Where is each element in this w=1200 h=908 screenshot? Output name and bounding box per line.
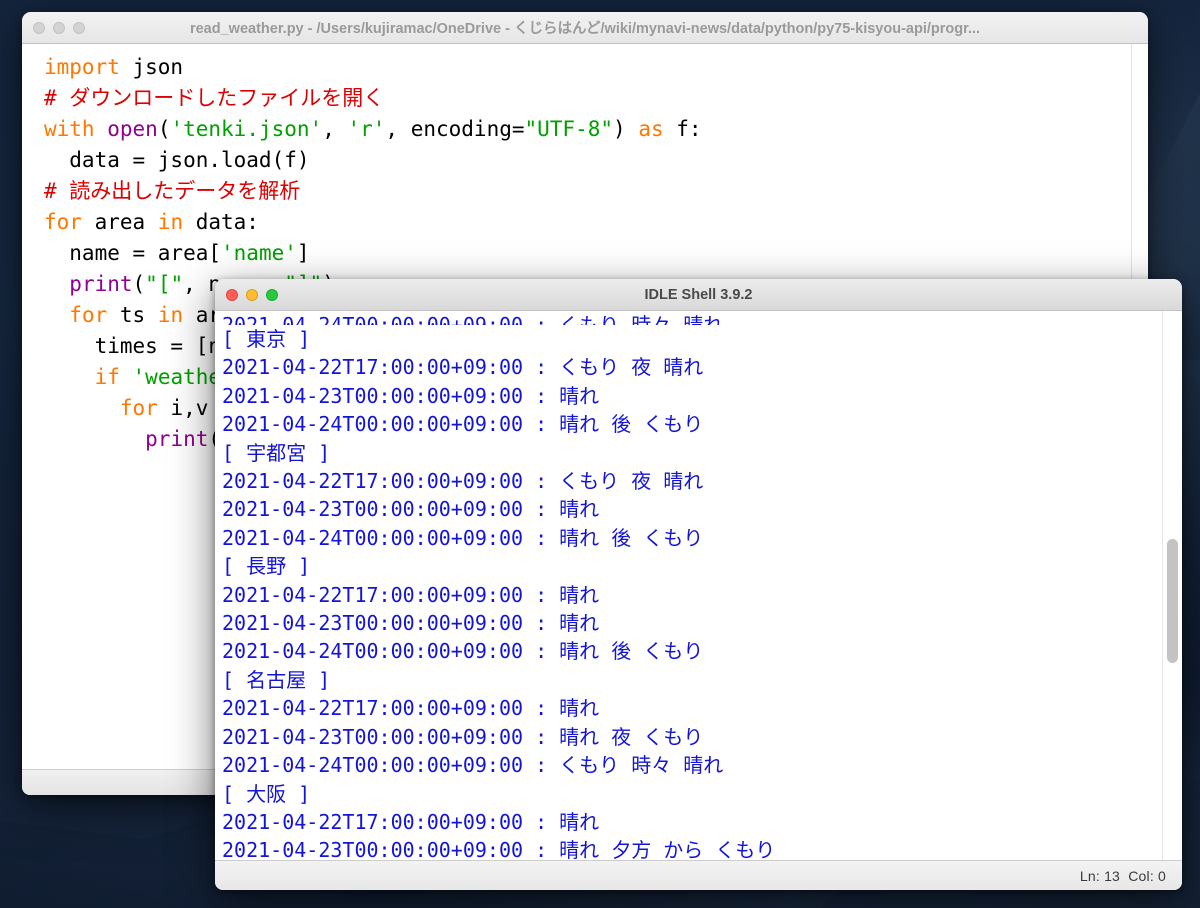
shell-line: 2021-04-22T17:00:00+09:00 : 晴れ	[222, 582, 600, 607]
code-token: "["	[145, 272, 184, 296]
shell-scrollbar-thumb[interactable]	[1167, 539, 1178, 663]
zoom-icon[interactable]	[266, 288, 278, 301]
shell-line: [ 名古屋 ]	[222, 667, 331, 692]
code-token: 'r'	[347, 117, 386, 141]
shell-line: 2021-04-22T17:00:00+09:00 : くもり 夜 晴れ	[222, 469, 704, 494]
code-token: for	[119, 396, 158, 420]
code-token: for	[69, 303, 108, 327]
code-token: , encoding=	[385, 117, 525, 141]
editor-window-controls[interactable]	[22, 21, 85, 34]
code-token: with	[44, 117, 95, 141]
code-token: json	[119, 55, 184, 79]
shell-line-clipped: 2021-04-24T00:00:00+09:00 : くもり 時々 晴れ	[222, 313, 724, 325]
shell-line: 2021-04-23T00:00:00+09:00 : 晴れ	[222, 497, 600, 522]
shell-title: IDLE Shell 3.9.2	[644, 286, 753, 303]
code-token: )	[613, 117, 639, 141]
minimize-icon[interactable]	[53, 21, 65, 34]
shell-line: [ 長野 ]	[222, 554, 311, 579]
code-token: in	[157, 303, 184, 327]
code-line: for area in data:	[44, 207, 1131, 238]
close-icon[interactable]	[33, 21, 45, 34]
code-token: print	[145, 427, 209, 451]
shell-line: 2021-04-24T00:00:00+09:00 : 晴れ 後 くもり	[222, 525, 704, 550]
shell-line: [ 大阪 ]	[222, 781, 311, 806]
code-token: ,	[322, 117, 348, 141]
code-line: name = area['name']	[44, 238, 1131, 269]
code-token: ts	[107, 303, 158, 327]
shell-line: 2021-04-24T00:00:00+09:00 : 晴れ 後 くもり	[222, 412, 704, 437]
shell-line: 2021-04-23T00:00:00+09:00 : 晴れ	[222, 383, 600, 408]
cursor-position-label: Ln: 13 Col: 0	[1079, 867, 1166, 884]
code-token: times = [n	[44, 334, 222, 358]
shell-line: 2021-04-23T00:00:00+09:00 : 晴れ 夜 くもり	[222, 724, 704, 749]
editor-title: read_weather.py - /Users/kujiramac/OneDr…	[189, 21, 981, 37]
code-line: import json	[44, 52, 1131, 83]
code-token: as	[638, 117, 664, 141]
minimize-icon[interactable]	[246, 288, 258, 301]
code-line: data = json.load(f)	[44, 145, 1131, 176]
code-token: (	[157, 117, 171, 141]
code-token: 'weathe	[132, 365, 222, 389]
code-token: in	[157, 210, 184, 234]
shell-output-text[interactable]: 2021-04-24T00:00:00+09:00 : くもり 時々 晴れ [ 東…	[215, 311, 1162, 860]
shell-line: 2021-04-23T00:00:00+09:00 : 晴れ 夕方 から くもり	[222, 838, 776, 860]
code-token: name = area[	[44, 241, 222, 265]
code-token: (	[132, 272, 146, 296]
editor-titlebar[interactable]: read_weather.py - /Users/kujiramac/OneDr…	[22, 12, 1148, 44]
code-token: if	[94, 365, 120, 389]
shell-scrollbar[interactable]	[1162, 311, 1182, 860]
code-token: ]	[296, 241, 310, 265]
shell-window-controls[interactable]	[215, 288, 278, 301]
code-token: import	[44, 55, 120, 79]
shell-line: 2021-04-24T00:00:00+09:00 : くもり 時々 晴れ	[222, 753, 724, 778]
code-token: 'tenki.json'	[170, 117, 323, 141]
code-token: 'name'	[221, 241, 297, 265]
desktop: read_weather.py - /Users/kujiramac/OneDr…	[0, 0, 1200, 908]
shell-line: 2021-04-22T17:00:00+09:00 : 晴れ	[222, 696, 600, 721]
code-token: data = json.load(f)	[44, 148, 310, 172]
shell-line: 2021-04-22T17:00:00+09:00 : 晴れ	[222, 809, 600, 834]
idle-shell-window[interactable]: IDLE Shell 3.9.2 2021-04-24T00:00:00+09:…	[215, 279, 1182, 890]
shell-line: [ 東京 ]	[222, 327, 311, 351]
shell-line: 2021-04-22T17:00:00+09:00 : くもり 夜 晴れ	[222, 355, 704, 380]
code-token: # ダウンロードしたファイルを開く	[44, 86, 385, 110]
shell-statusbar: Ln: 13 Col: 0	[215, 860, 1182, 890]
code-token: "UTF-8"	[524, 117, 614, 141]
code-line: with open('tenki.json', 'r', encoding="U…	[44, 114, 1131, 145]
shell-line: 2021-04-24T00:00:00+09:00 : 晴れ 後 くもり	[222, 639, 704, 664]
shell-body: 2021-04-24T00:00:00+09:00 : くもり 時々 晴れ [ 東…	[215, 311, 1182, 860]
code-token: # 読み出したデータを解析	[44, 179, 301, 203]
code-token: f:	[663, 117, 702, 141]
code-token: i,v	[157, 396, 222, 420]
code-token: data:	[183, 210, 259, 234]
close-icon[interactable]	[226, 288, 238, 301]
zoom-icon[interactable]	[73, 21, 85, 34]
code-token: area	[81, 210, 158, 234]
code-token: print	[69, 272, 133, 296]
shell-titlebar[interactable]: IDLE Shell 3.9.2	[215, 279, 1182, 311]
shell-line: 2021-04-23T00:00:00+09:00 : 晴れ	[222, 611, 600, 636]
code-line: # 読み出したデータを解析	[44, 176, 1131, 207]
code-line: # ダウンロードしたファイルを開く	[44, 83, 1131, 114]
code-token: for	[44, 210, 82, 234]
shell-line: [ 宇都宮 ]	[222, 440, 331, 465]
code-token: open	[107, 117, 158, 141]
